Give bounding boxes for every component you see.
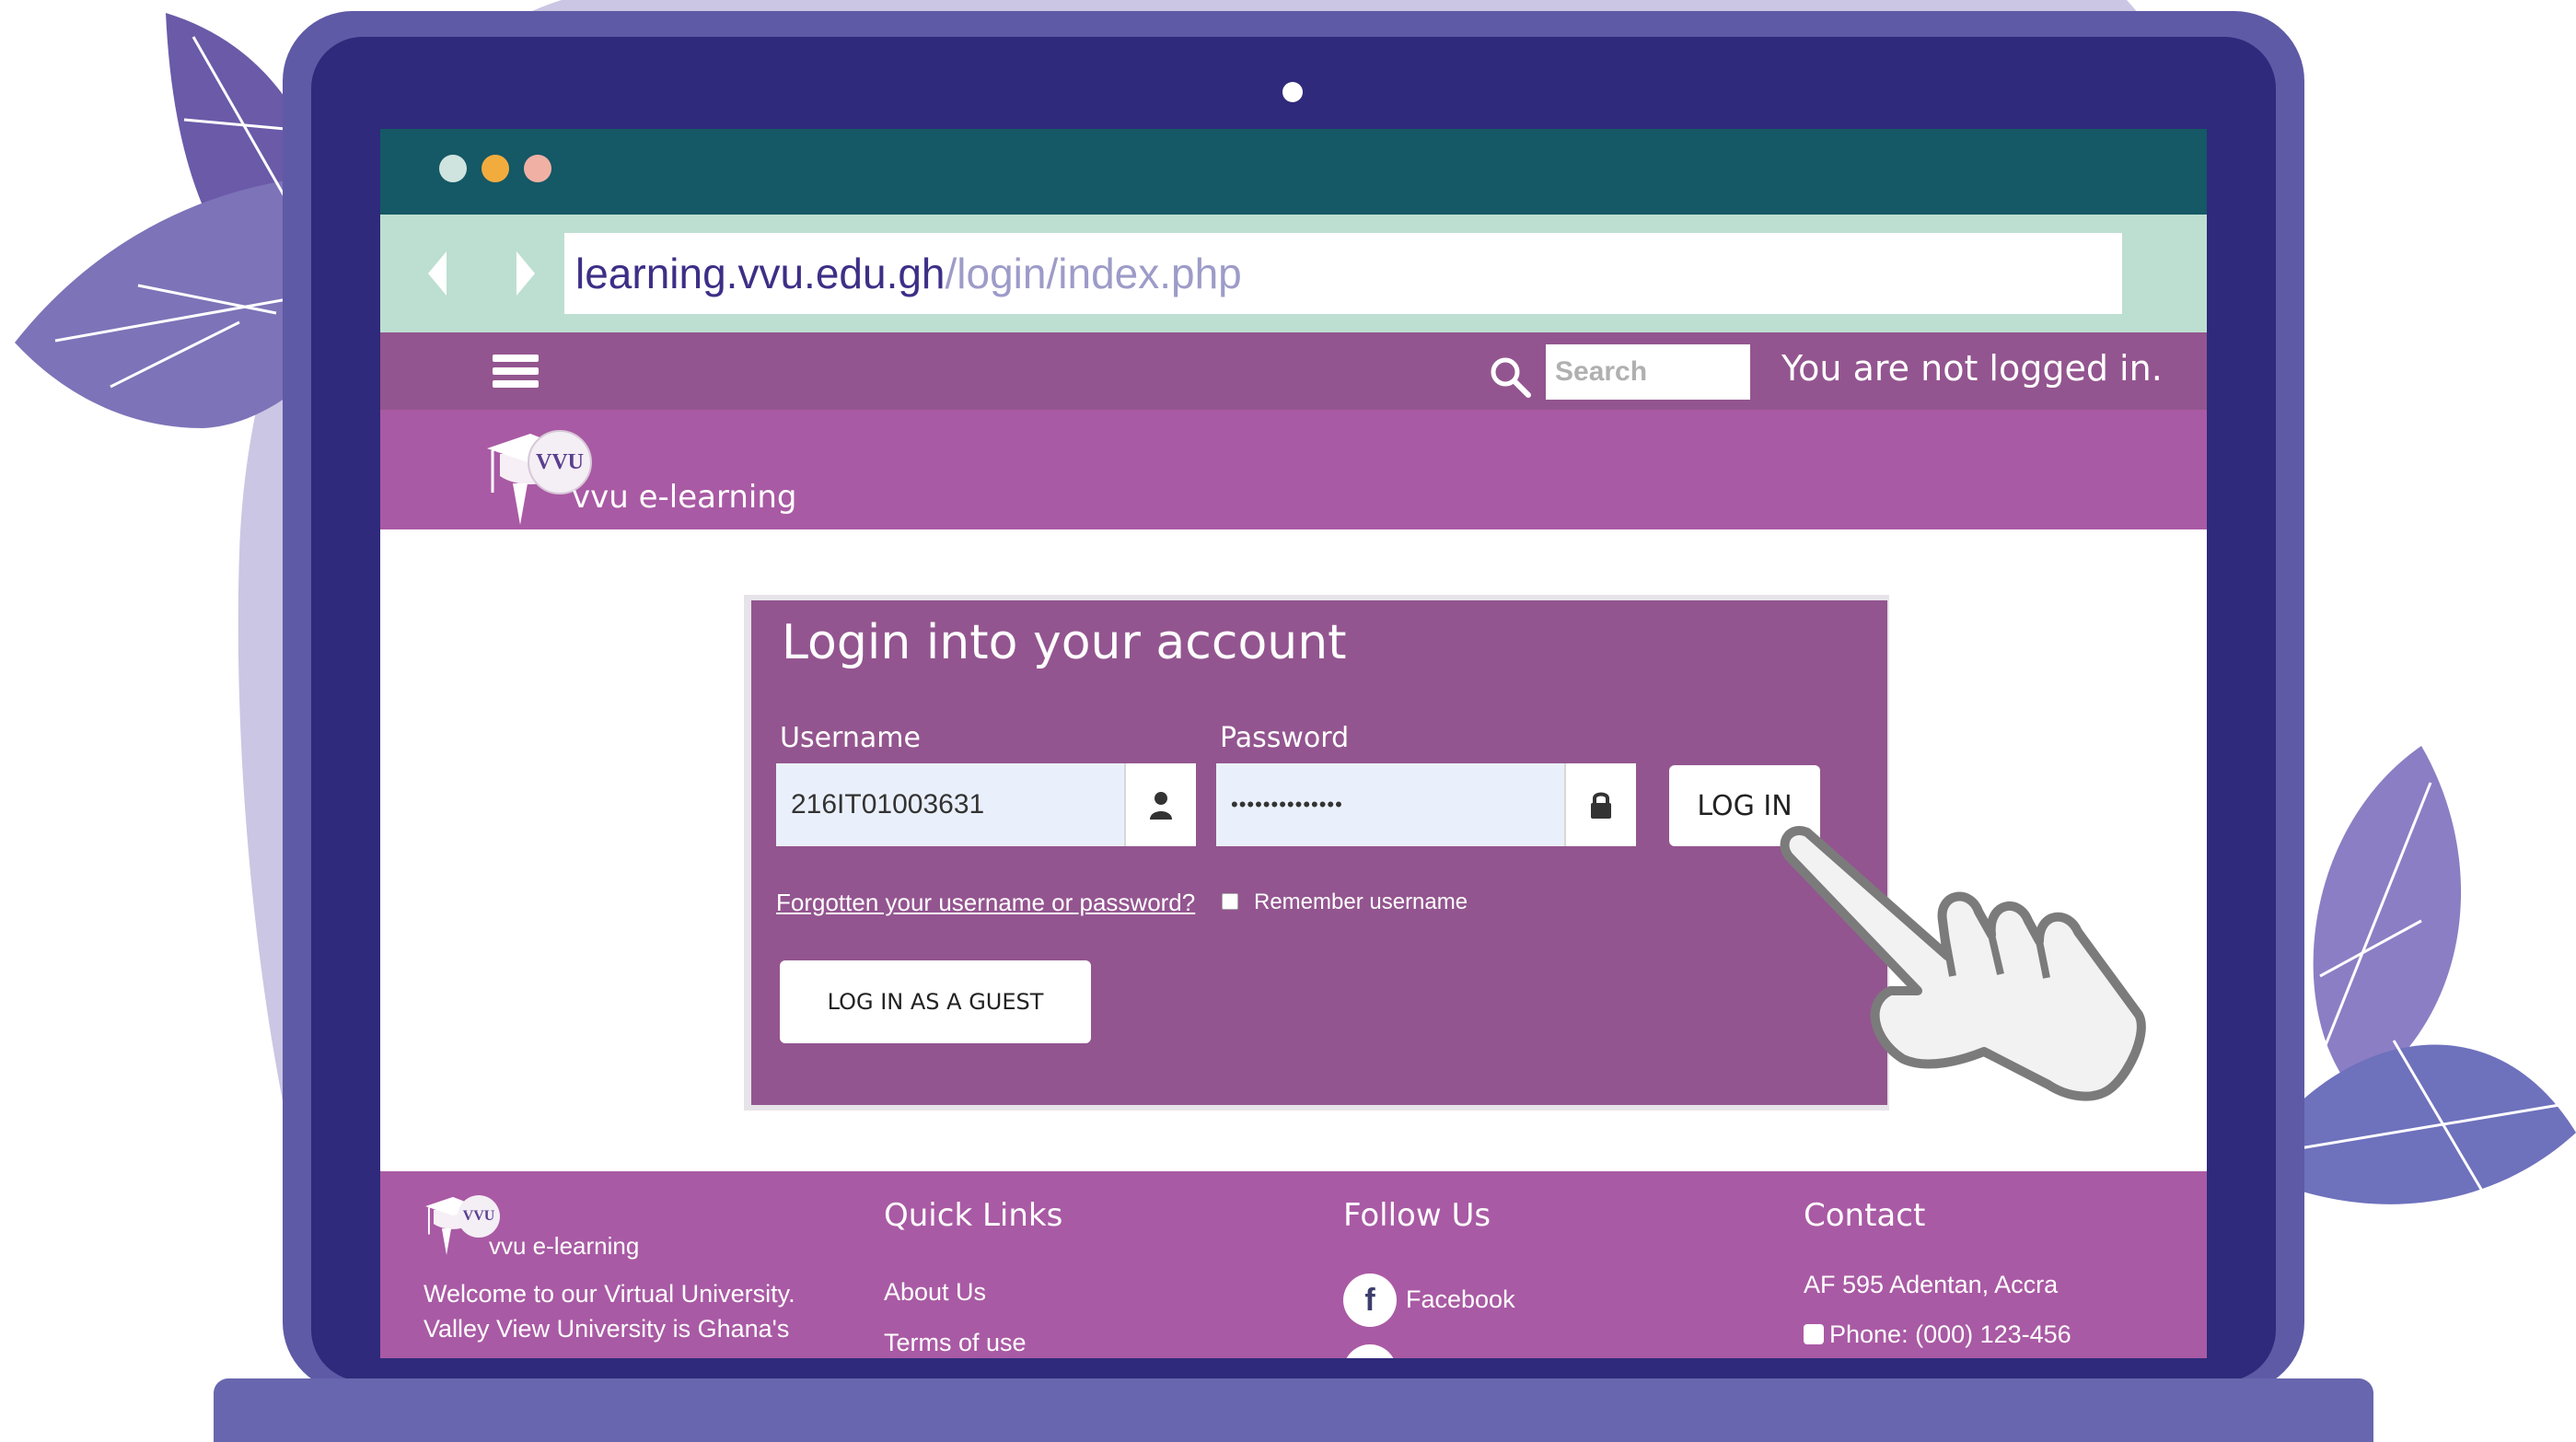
footer-about-line1: Welcome to our Virtual University. <box>424 1280 795 1308</box>
username-field[interactable]: 216IT01003631 <box>776 763 1196 846</box>
webcam <box>1282 82 1303 102</box>
password-value: •••••••••••••• <box>1231 793 1343 816</box>
facebook-icon[interactable]: f <box>1343 1273 1397 1327</box>
username-label: Username <box>780 722 921 754</box>
footer-brand-name: vvu e-learning <box>489 1232 640 1260</box>
window-control-maximize[interactable] <box>524 155 551 182</box>
window-control-minimize[interactable] <box>482 155 509 182</box>
quick-links-heading: Quick Links <box>884 1197 1063 1234</box>
contact-phone: Phone: (000) 123-456 <box>1829 1320 2071 1348</box>
footer-link-about[interactable]: About Us <box>884 1278 986 1307</box>
contact-heading: Contact <box>1804 1197 1926 1234</box>
menu-icon[interactable] <box>493 355 539 391</box>
url-host: learning.vvu.edu.gh <box>575 250 946 297</box>
back-arrow-icon[interactable] <box>428 251 447 296</box>
browser-titlebar <box>380 129 2207 215</box>
forgot-password-link[interactable]: Forgotten your username or password? <box>776 889 1195 917</box>
window-control-close[interactable] <box>439 155 467 182</box>
footer-link-terms[interactable]: Terms of use <box>884 1329 1027 1357</box>
footer-about-line2: Valley View University is Ghana's <box>424 1315 790 1343</box>
phone-icon <box>1804 1324 1824 1344</box>
lock-icon <box>1564 763 1636 846</box>
password-field[interactable]: •••••••••••••• <box>1216 763 1636 846</box>
guest-login-button[interactable]: LOG IN AS A GUEST <box>780 960 1091 1043</box>
forward-arrow-icon[interactable] <box>516 251 535 296</box>
search-icon[interactable] <box>1488 355 1532 399</box>
login-title: Login into your account <box>782 615 1347 670</box>
url-field[interactable]: learning.vvu.edu.gh/login/index.php <box>564 233 2122 314</box>
url-path: /login/index.php <box>945 250 1242 297</box>
browser-screen: learning.vvu.edu.gh/login/index.php You … <box>380 129 2207 1358</box>
search-input[interactable] <box>1546 344 1750 400</box>
leaf-right-top <box>2313 746 2462 1096</box>
brand-name[interactable]: vvu e-learning <box>572 479 797 516</box>
login-status-text: You are not logged in. <box>1781 348 2163 389</box>
facebook-link[interactable]: Facebook <box>1406 1285 1515 1314</box>
password-label: Password <box>1220 722 1350 754</box>
remember-username-checkbox[interactable] <box>1222 893 1238 910</box>
contact-address: AF 595 Adentan, Accra <box>1804 1271 2059 1298</box>
pointing-hand-cursor-icon <box>1780 826 2146 1101</box>
username-value: 216IT01003631 <box>791 789 985 820</box>
user-icon <box>1124 763 1196 846</box>
laptop-base <box>214 1378 2373 1442</box>
follow-us-heading: Follow Us <box>1343 1197 1491 1234</box>
remember-username-label: Remember username <box>1254 890 1468 914</box>
